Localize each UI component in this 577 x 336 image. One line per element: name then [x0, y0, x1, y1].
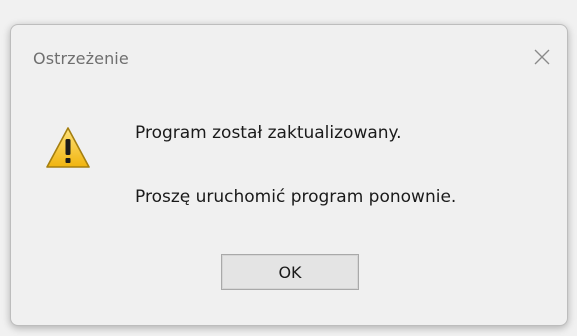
- ok-button[interactable]: OK: [221, 254, 359, 290]
- warning-dialog: Ostrzeżenie Program został zaktualizowan…: [10, 24, 568, 326]
- dialog-title: Ostrzeżenie: [33, 49, 129, 68]
- close-button[interactable]: [527, 43, 557, 71]
- message-line-2: Proszę uruchomić program ponownie.: [135, 187, 457, 207]
- message-line-1: Program został zaktualizowany.: [135, 123, 402, 143]
- close-icon: [534, 49, 550, 65]
- warning-icon: [46, 127, 90, 168]
- dialog-titlebar[interactable]: Ostrzeżenie: [11, 25, 567, 91]
